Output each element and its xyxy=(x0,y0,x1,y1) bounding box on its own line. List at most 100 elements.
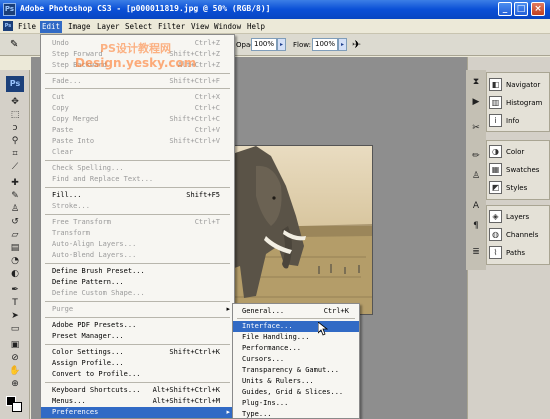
submenu-item-guides-grid-slices[interactable]: Guides, Grid & Slices... xyxy=(233,387,359,398)
submenu-item-interface[interactable]: Interface... xyxy=(233,321,359,332)
info-icon[interactable]: i xyxy=(489,114,502,127)
menu-item-assign-profile[interactable]: Assign Profile... xyxy=(41,358,234,369)
history-brush-icon[interactable]: ↺ xyxy=(8,216,22,229)
menu-item-step-forward[interactable]: Step Forward Shift+Ctrl+Z xyxy=(41,49,234,60)
panel-label-layers[interactable]: Layers xyxy=(506,213,529,221)
menu-item-define-brush-preset[interactable]: Define Brush Preset... xyxy=(41,266,234,277)
brushes-strip-icon[interactable]: ✏ xyxy=(469,150,483,163)
channels-icon[interactable]: ◍ xyxy=(489,228,502,241)
menu-item-undo[interactable]: Undo Ctrl+Z xyxy=(41,38,234,49)
type-icon[interactable]: T xyxy=(8,297,22,310)
hand-icon[interactable]: ✋ xyxy=(8,365,22,378)
panel-label-color[interactable]: Color xyxy=(506,148,524,156)
character-strip-icon[interactable]: A xyxy=(469,200,483,213)
shape-icon[interactable]: ▭ xyxy=(8,323,22,336)
menu-image[interactable]: Image xyxy=(66,21,93,33)
menu-item-step-backward[interactable]: Step Backward Alt+Ctrl+Z xyxy=(41,60,234,71)
menu-item-purge[interactable]: Purge ▸ xyxy=(41,304,234,315)
marquee-icon[interactable]: ⬚ xyxy=(8,109,22,122)
menu-filter[interactable]: Filter xyxy=(156,21,187,33)
menu-item-find-replace[interactable]: Find and Replace Text... xyxy=(41,174,234,185)
menu-item-copy[interactable]: Copy Ctrl+C xyxy=(41,103,234,114)
crop-icon[interactable]: ⌗ xyxy=(8,148,22,161)
menu-item-adobe-pdf-presets[interactable]: Adobe PDF Presets... xyxy=(41,320,234,331)
menu-item-preferences[interactable]: Preferences ▸ xyxy=(41,407,234,418)
menu-select[interactable]: Select xyxy=(123,21,154,33)
flow-arrow-icon[interactable]: ▸ xyxy=(338,38,347,51)
menu-item-clear[interactable]: Clear xyxy=(41,147,234,158)
menu-item-stroke[interactable]: Stroke... xyxy=(41,201,234,212)
menu-window[interactable]: Window xyxy=(212,21,243,33)
eyedropper-icon[interactable]: ⊘ xyxy=(8,352,22,365)
clone-stamp-icon[interactable]: ♙ xyxy=(8,203,22,216)
menu-item-define-pattern[interactable]: Define Pattern... xyxy=(41,277,234,288)
menu-item-define-custom-shape[interactable]: Define Custom Shape... xyxy=(41,288,234,299)
background-color-swatch[interactable] xyxy=(12,402,22,412)
panel-label-histogram[interactable]: Histogram xyxy=(506,99,542,107)
document-image[interactable] xyxy=(225,145,373,315)
menu-item-fill[interactable]: Fill... Shift+F5 xyxy=(41,190,234,201)
menu-item-menus[interactable]: Menus... Alt+Shift+Ctrl+M xyxy=(41,396,234,407)
slice-icon[interactable]: ⟋ xyxy=(8,161,22,174)
actions-strip-icon[interactable]: ▶ xyxy=(469,96,483,109)
menu-item-paste[interactable]: Paste Ctrl+V xyxy=(41,125,234,136)
submenu-item-file-handling[interactable]: File Handling... xyxy=(233,332,359,343)
panel-label-navigator[interactable]: Navigator xyxy=(506,81,540,89)
layers-icon[interactable]: ◈ xyxy=(489,210,502,223)
move-icon[interactable]: ✥ xyxy=(8,96,22,109)
flow-field[interactable]: 100% xyxy=(312,38,338,51)
gradient-icon[interactable]: ▤ xyxy=(8,242,22,255)
menu-item-paste-into[interactable]: Paste Into Shift+Ctrl+V xyxy=(41,136,234,147)
menu-help[interactable]: Help xyxy=(245,21,267,33)
menu-item-free-transform[interactable]: Free Transform Ctrl+T xyxy=(41,217,234,228)
lasso-icon[interactable]: ↄ xyxy=(8,122,22,135)
brush-icon[interactable]: ✎ xyxy=(8,190,22,203)
brush-preset-icon[interactable]: ✎ xyxy=(10,39,26,51)
submenu-item-transparency-gamut[interactable]: Transparency & Gamut... xyxy=(233,365,359,376)
zoom-icon[interactable]: ⊕ xyxy=(8,378,22,391)
layer-comps-strip-icon[interactable]: ≣ xyxy=(469,246,483,259)
menu-item-auto-align-layers[interactable]: Auto-Align Layers... xyxy=(41,239,234,250)
panel-label-channels[interactable]: Channels xyxy=(506,231,538,239)
submenu-item-general[interactable]: General... Ctrl+K xyxy=(233,306,359,317)
opacity-field[interactable]: 100% xyxy=(251,38,277,51)
panel-label-info[interactable]: Info xyxy=(506,117,519,125)
panel-label-swatches[interactable]: Swatches xyxy=(506,166,539,174)
menu-item-color-settings[interactable]: Color Settings... Shift+Ctrl+K xyxy=(41,347,234,358)
airbrush-icon[interactable]: ✈ xyxy=(352,38,368,52)
close-button[interactable]: × xyxy=(531,2,545,16)
panel-label-styles[interactable]: Styles xyxy=(506,184,527,192)
app-menu-icon[interactable]: Ps xyxy=(3,21,13,31)
histogram-icon[interactable]: ▥ xyxy=(489,96,502,109)
submenu-item-plug-ins[interactable]: Plug-Ins... xyxy=(233,398,359,409)
menu-item-convert-to-profile[interactable]: Convert to Profile... xyxy=(41,369,234,380)
eraser-icon[interactable]: ▱ xyxy=(8,229,22,242)
healing-icon[interactable]: ✚ xyxy=(8,177,22,190)
menu-item-keyboard-shortcuts[interactable]: Keyboard Shortcuts... Alt+Shift+Ctrl+K xyxy=(41,385,234,396)
opacity-arrow-icon[interactable]: ▸ xyxy=(277,38,286,51)
paragraph-strip-icon[interactable]: ¶ xyxy=(469,220,483,233)
tool-presets-strip-icon[interactable]: ✂ xyxy=(469,122,483,135)
clone-source-strip-icon[interactable]: ♙ xyxy=(469,170,483,183)
navigator-icon[interactable]: ◧ xyxy=(489,78,502,91)
panel-label-paths[interactable]: Paths xyxy=(506,249,525,257)
notes-icon[interactable]: ▣ xyxy=(8,339,22,352)
menu-file[interactable]: File xyxy=(16,21,38,33)
submenu-item-cursors[interactable]: Cursors... xyxy=(233,354,359,365)
menu-item-transform[interactable]: Transform xyxy=(41,228,234,239)
menu-layer[interactable]: Layer xyxy=(95,21,122,33)
swatches-icon[interactable]: ▦ xyxy=(489,163,502,176)
dodge-icon[interactable]: ◐ xyxy=(8,268,22,281)
minimize-button[interactable]: _ xyxy=(498,2,512,16)
submenu-item-performance[interactable]: Performance... xyxy=(233,343,359,354)
menu-item-fade[interactable]: Fade... Shift+Ctrl+F xyxy=(41,76,234,87)
color-icon[interactable]: ◑ xyxy=(489,145,502,158)
styles-icon[interactable]: ◩ xyxy=(489,181,502,194)
menu-item-preset-manager[interactable]: Preset Manager... xyxy=(41,331,234,342)
menu-item-auto-blend-layers[interactable]: Auto-Blend Layers... xyxy=(41,250,234,261)
history-strip-icon[interactable]: ⧗ xyxy=(469,76,483,89)
path-select-icon[interactable]: ➤ xyxy=(8,310,22,323)
maximize-button[interactable]: □ xyxy=(514,2,528,16)
submenu-item-units-rulers[interactable]: Units & Rulers... xyxy=(233,376,359,387)
menu-edit[interactable]: Edit xyxy=(40,21,63,33)
